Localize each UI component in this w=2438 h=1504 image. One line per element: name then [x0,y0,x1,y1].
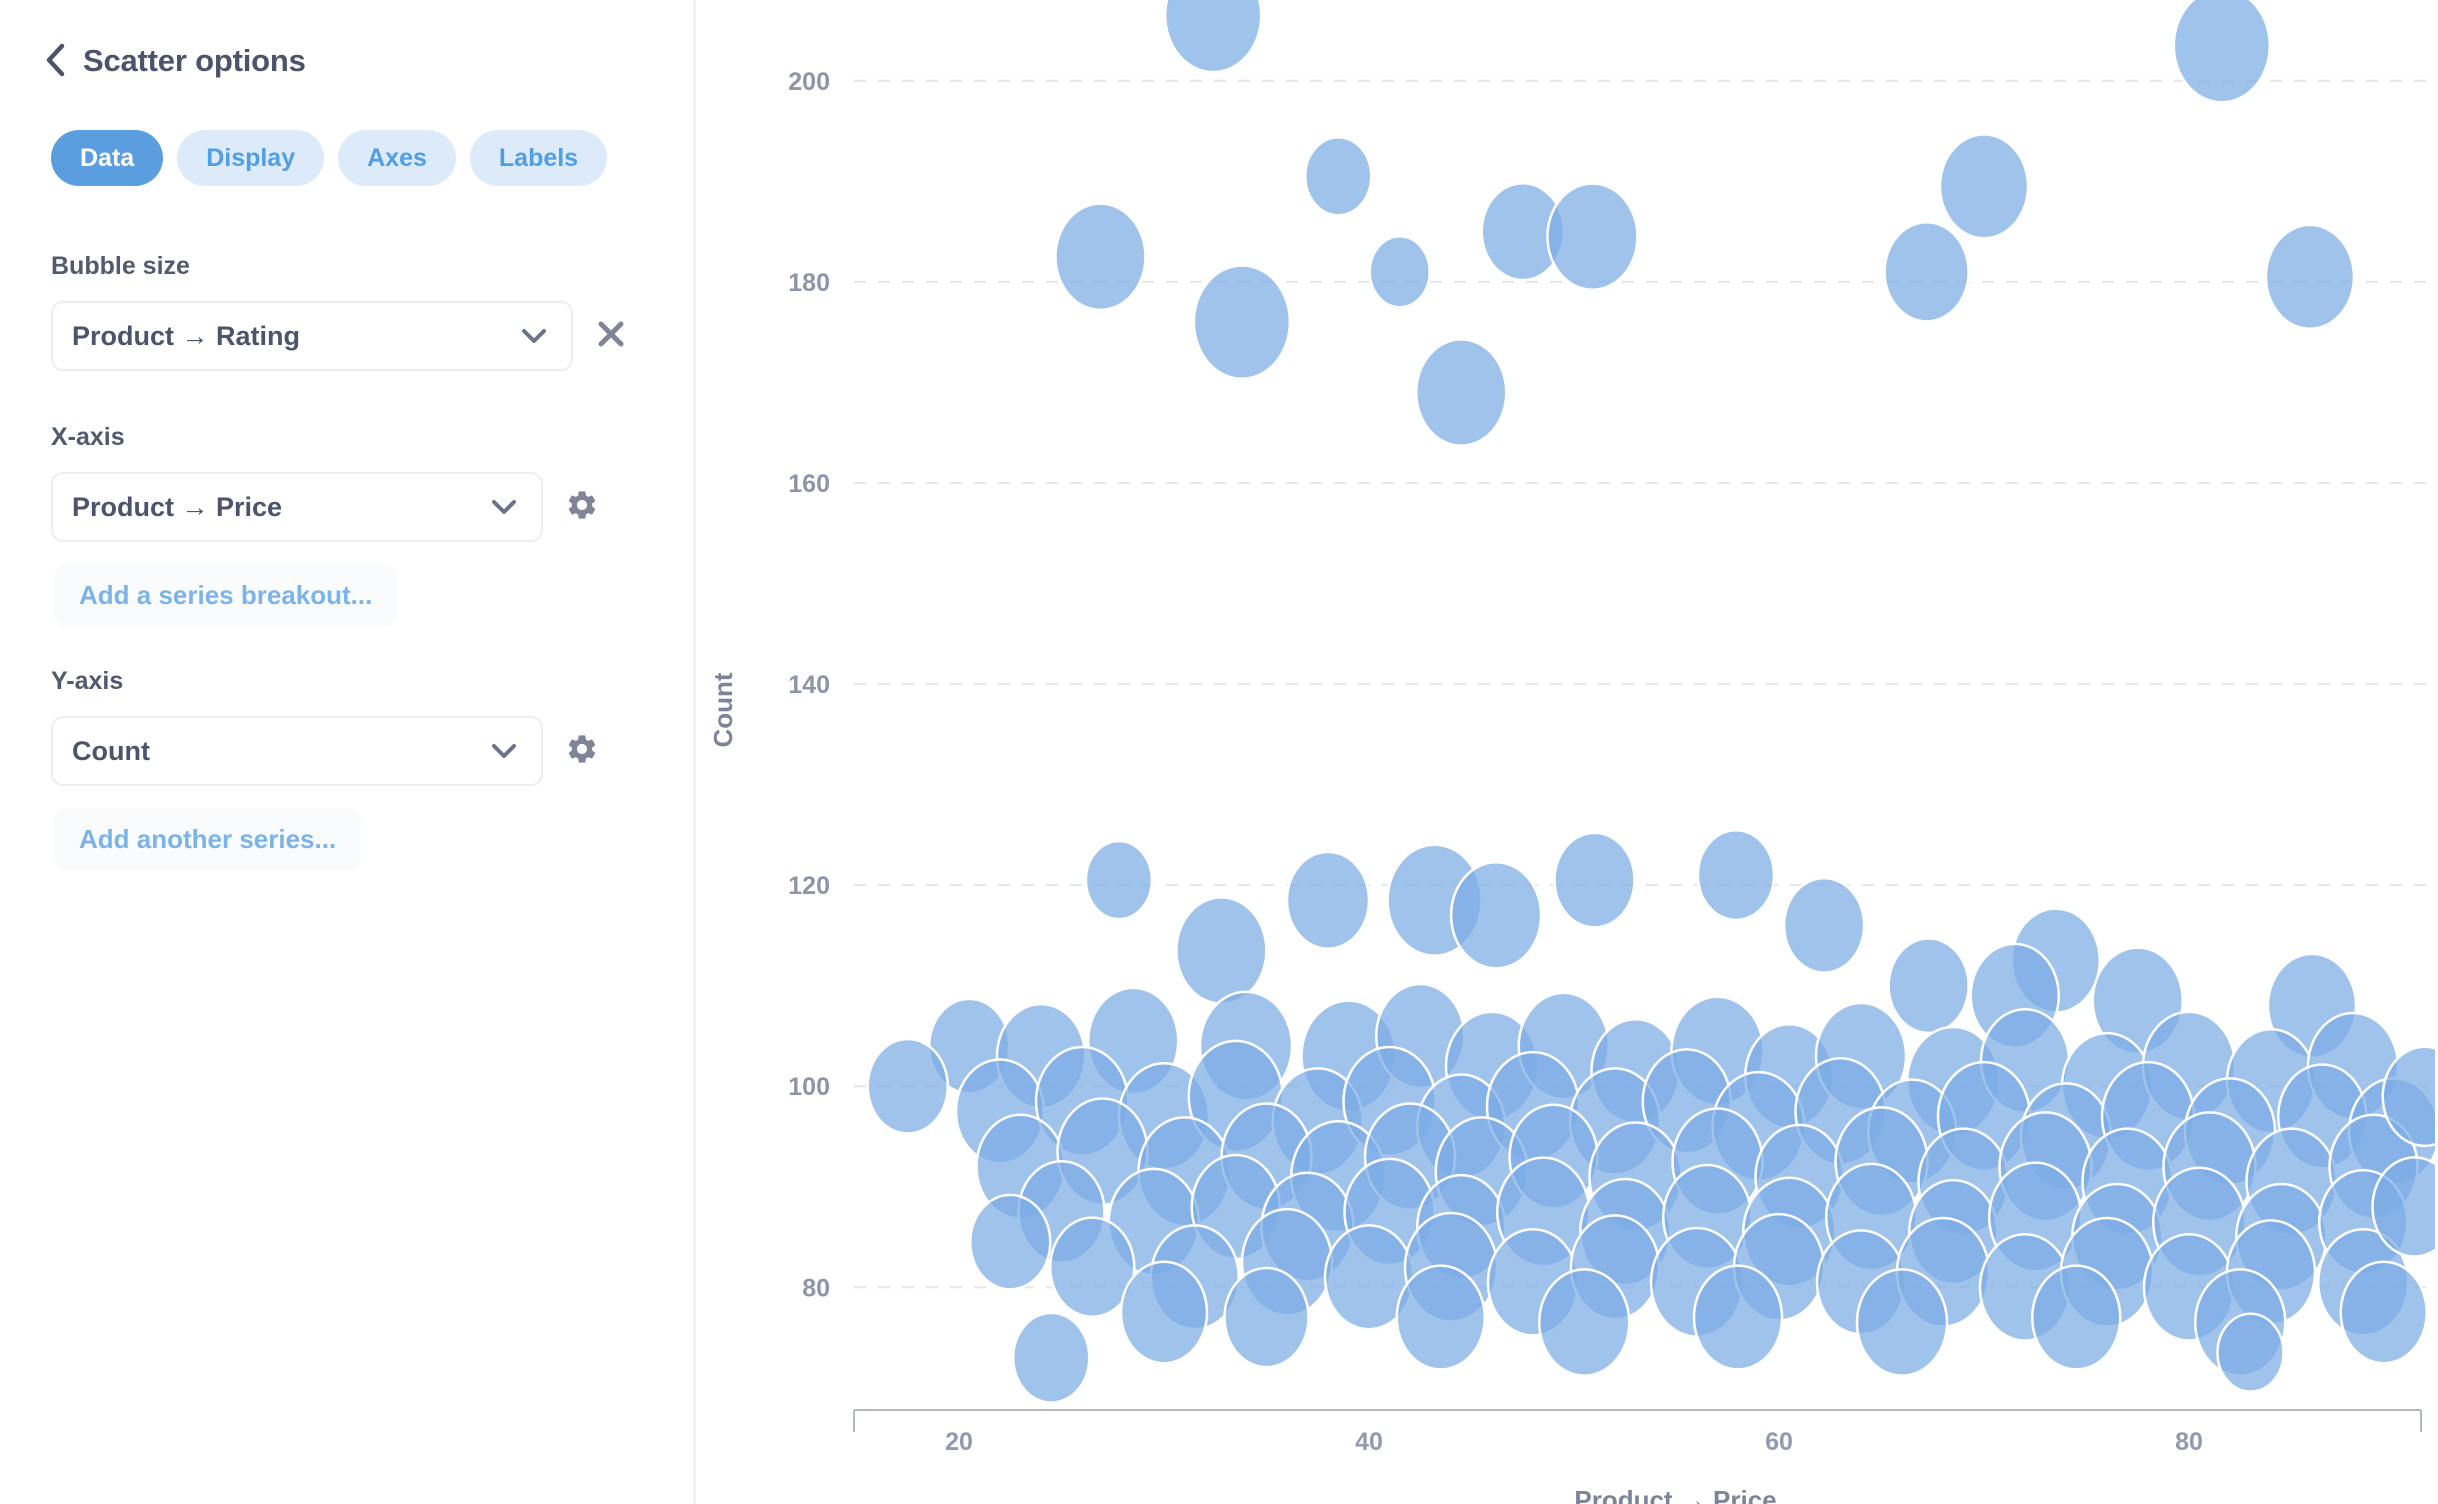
bubble-point[interactable] [1368,235,1431,309]
bubble-size-row: Product → Rating [51,301,693,371]
bubble-point[interactable] [1553,831,1636,929]
bubble-point[interactable] [1782,876,1866,974]
y-axis-tick-label: 140 [788,671,830,699]
bubble-point[interactable] [1304,136,1373,217]
scatter-options-sidebar: Scatter options Data Display Axes Labels… [0,0,696,1504]
bubble-point[interactable] [1696,829,1776,922]
y-axis-tick-label: 80 [802,1274,830,1302]
bubble-point[interactable] [2264,223,2356,331]
add-another-series-label: Add another series... [79,823,337,854]
bubble-point[interactable] [969,1193,1052,1291]
bubble-point[interactable] [1449,860,1543,970]
settings-tab-bar: Data Display Axes Labels [0,77,693,186]
tab-data-label: Data [80,143,135,172]
x-axis-title: Product → Price [1574,1485,1776,1504]
x-axis-tick-label: 80 [2175,1428,2203,1456]
y-axis-tick-label: 200 [788,68,830,96]
x-axis-field-group: X-axis Product → Price Add a series brea… [0,371,693,626]
y-axis-title: Count [708,672,738,747]
bubble-point[interactable] [866,1037,949,1135]
y-axis-label: Y-axis [51,667,124,695]
bubble-point[interactable] [2031,1264,2122,1371]
x-axis-label: X-axis [51,423,125,451]
bubble-point[interactable] [1163,0,1263,74]
y-axis-tick-labels: 80 100 120 140 160 180 200 [788,68,830,1303]
chevron-down-icon [491,499,517,515]
tab-axes[interactable]: Axes [338,130,456,186]
bubble-point[interactable] [1415,338,1508,447]
y-axis-tick-label: 180 [788,269,830,297]
bubble-point[interactable] [1223,1266,1310,1369]
chevron-down-icon [521,328,547,344]
bubble-point[interactable] [1538,1268,1631,1377]
bubble-point[interactable] [1119,1260,1209,1365]
tab-labels[interactable]: Labels [469,130,608,186]
x-axis-value: Product → Price [72,491,283,522]
y-axis-row: Count [51,716,693,786]
scatter-visualization-settings-page: Scatter options Data Display Axes Labels… [0,0,2438,1504]
tab-display-label: Display [206,143,296,172]
close-icon[interactable] [595,318,627,355]
y-axis-tick-label: 160 [788,470,830,498]
add-another-series-button[interactable]: Add another series... [54,808,362,870]
y-axis-field-group: Y-axis Count Add another series... [0,626,693,870]
x-axis-tick-label: 40 [1355,1428,1383,1456]
bubble-point[interactable] [1192,264,1292,380]
x-axis-row: Product → Price [51,472,693,542]
bubble-point[interactable] [1395,1264,1486,1371]
chevron-left-icon[interactable] [44,43,66,77]
chevron-down-icon [491,743,517,759]
y-axis-tick-label: 100 [788,1073,830,1101]
page-title: Scatter options [83,42,306,78]
bubble-point[interactable] [1546,182,1639,291]
add-series-breakout-label: Add a series breakout... [79,579,373,610]
tab-axes-label: Axes [367,143,427,172]
bubble-series [866,0,2435,1404]
bubble-point[interactable] [2172,0,2272,104]
bubble-point[interactable] [1012,1311,1091,1404]
bubble-size-label: Bubble size [51,252,190,280]
bubble-size-value: Product → Rating [72,320,300,351]
bubble-point[interactable] [1692,1264,1784,1371]
gear-icon[interactable] [565,732,599,771]
x-axis-select[interactable]: Product → Price [51,472,543,542]
x-axis-tick-label: 60 [1765,1428,1793,1456]
x-axis-tick-labels: 20 40 60 80 [945,1428,2203,1456]
bubble-point[interactable] [1883,220,1970,323]
bubble-point[interactable] [1175,896,1268,1005]
y-axis-value: Count [72,735,150,766]
bubble-point[interactable] [2339,1260,2428,1365]
bubble-size-select[interactable]: Product → Rating [51,301,573,371]
y-axis-select[interactable]: Count [51,716,543,786]
tab-data[interactable]: Data [51,130,164,186]
bubble-point[interactable] [1938,133,2030,240]
bubble-point[interactable] [1887,937,1970,1035]
bubble-point[interactable] [1054,202,1147,312]
bubble-point[interactable] [1855,1268,1949,1377]
tab-display[interactable]: Display [177,130,325,186]
add-series-breakout-button[interactable]: Add a series breakout... [54,564,398,626]
bubble-point[interactable] [1084,839,1154,921]
bubble-point[interactable] [2216,1312,2285,1393]
scatter-plot[interactable]: 80 100 120 140 160 180 200 20 40 60 80 Count Prod… [696,0,2435,1504]
x-axis-tick-label: 20 [945,1428,973,1456]
bubble-point[interactable] [1285,850,1371,950]
gear-icon[interactable] [565,488,599,527]
sidebar-header: Scatter options [0,0,693,77]
bubble-size-field-group: Bubble size Product → Rating [0,186,693,371]
tab-labels-label: Labels [498,143,579,172]
scatter-chart-panel: 80 100 120 140 160 180 200 20 40 60 80 Count Prod… [696,0,2438,1504]
y-axis-tick-label: 120 [788,872,830,900]
